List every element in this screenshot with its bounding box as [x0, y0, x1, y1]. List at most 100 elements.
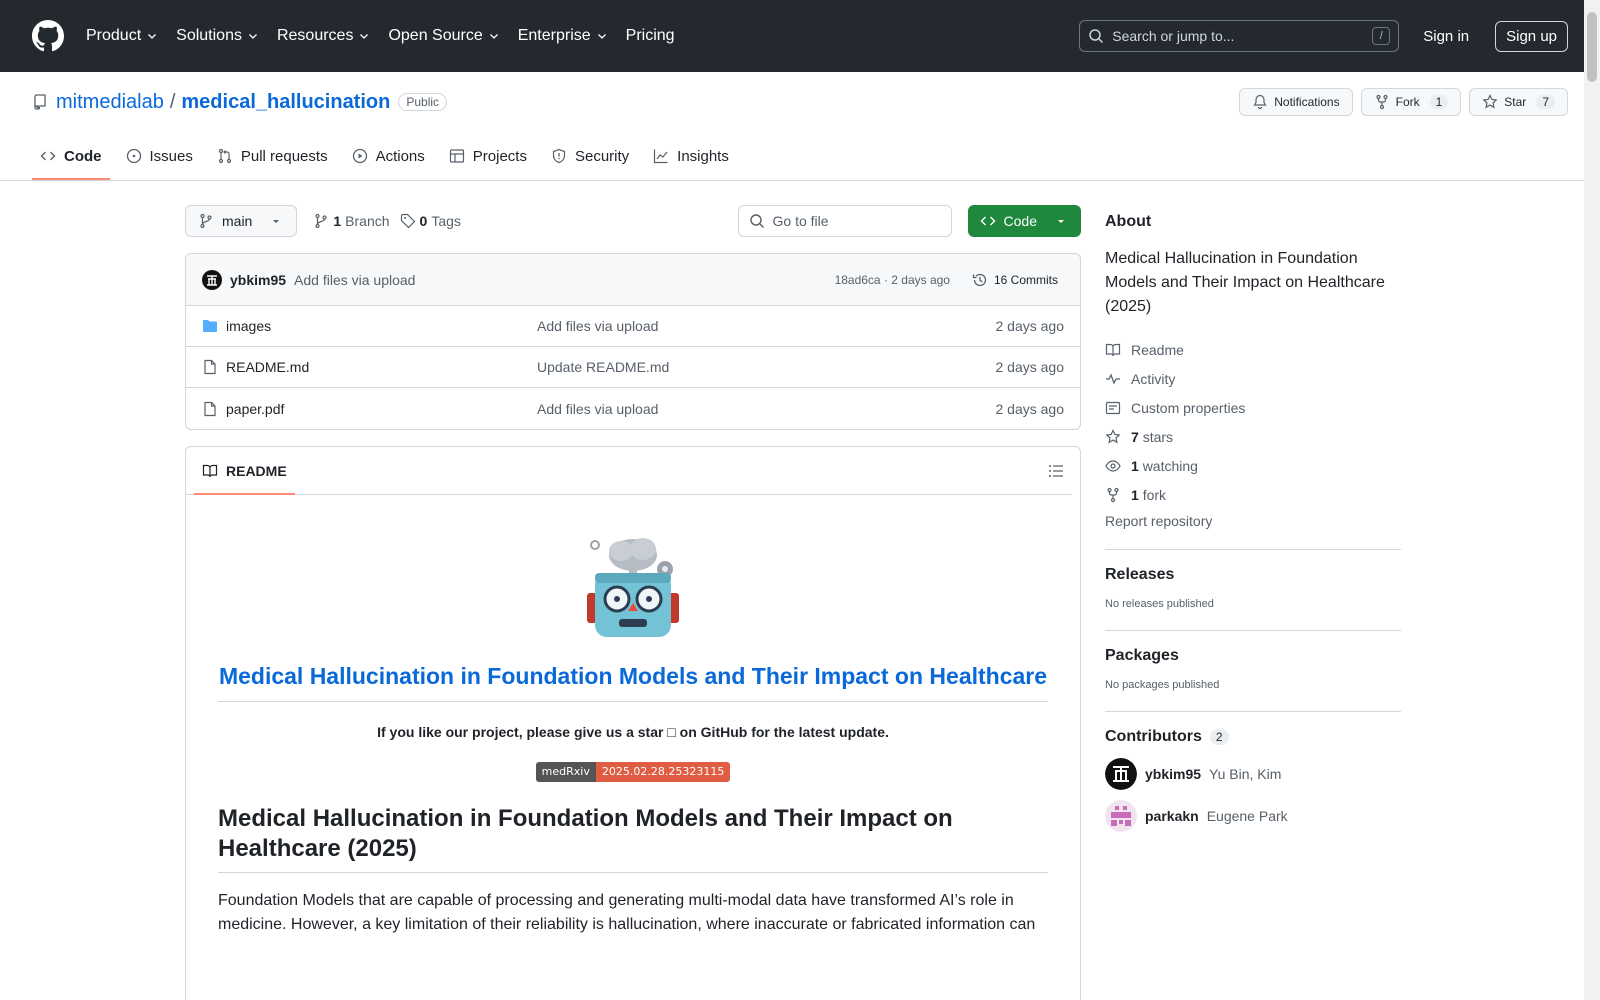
- fork-count: 1: [1429, 95, 1449, 109]
- branches-link[interactable]: 1 Branch: [313, 213, 390, 229]
- commit-author-link[interactable]: ybkim95: [230, 272, 286, 288]
- contributors-count: 2: [1209, 729, 1229, 745]
- tags-link[interactable]: 0 Tags: [400, 213, 461, 229]
- divider: [1105, 630, 1401, 631]
- search-icon: [1089, 29, 1104, 44]
- tab-security[interactable]: Security: [543, 132, 637, 180]
- outline-button[interactable]: [1048, 447, 1064, 494]
- scrollbar-thumb[interactable]: [1587, 12, 1597, 82]
- fork-icon: [1107, 487, 1119, 502]
- packages-note: No packages published: [1105, 679, 1220, 691]
- visibility-badge: Public: [398, 93, 448, 111]
- sign-up-button[interactable]: Sign up: [1495, 20, 1568, 52]
- folder-icon: [203, 320, 217, 332]
- file-row-readme[interactable]: README.md Update README.md 2 days ago: [186, 347, 1080, 388]
- repo-tabs: Code Issues Pull requests Actions Projec…: [32, 132, 1568, 180]
- github-logo-icon[interactable]: [32, 20, 64, 52]
- contributor-item[interactable]: parkakn Eugene Park: [1105, 800, 1401, 832]
- tag-icon: [400, 213, 415, 229]
- repo-owner-link[interactable]: mitmedialab: [56, 91, 164, 114]
- file-table: ybkim95 Add files via upload 18ad6ca · 2…: [185, 253, 1081, 430]
- contributor-item[interactable]: ybkim95 Yu Bin, Kim: [1105, 758, 1401, 790]
- pulse-icon: [1106, 372, 1120, 385]
- repo-header: mitmedialab / medical_hallucination Publ…: [0, 72, 1600, 181]
- file-row-paper[interactable]: paper.pdf Add files via upload 2 days ag…: [186, 388, 1080, 429]
- file-name-cell: paper.pdf: [202, 401, 537, 417]
- activity-link[interactable]: Activity: [1105, 364, 1401, 393]
- chevron-down-icon: [360, 34, 369, 39]
- watchers-link[interactable]: 1 watching: [1105, 451, 1401, 480]
- code-column: main 1 Branch 0 Tags Go to file Code ybk…: [185, 205, 1081, 1000]
- global-header: Product Solutions Resources Open Source …: [0, 0, 1600, 72]
- branch-icon: [315, 213, 327, 229]
- avatar[interactable]: [1105, 758, 1137, 790]
- file-commit-message[interactable]: Add files via upload: [537, 318, 996, 334]
- readme-content: Medical Hallucination in Foundation Mode…: [186, 495, 1080, 969]
- custom-properties-link[interactable]: Custom properties: [1105, 393, 1401, 422]
- file-name-link[interactable]: paper.pdf: [226, 401, 284, 417]
- avatar[interactable]: [202, 269, 222, 290]
- note-icon: [1105, 401, 1121, 414]
- nav-solutions[interactable]: Solutions: [176, 27, 259, 45]
- file-commit-date: 2 days ago: [995, 318, 1065, 334]
- commits-history-link[interactable]: 16 Commits: [966, 268, 1064, 292]
- file-name-link[interactable]: README.md: [226, 359, 309, 375]
- nav-resources[interactable]: Resources: [277, 27, 370, 45]
- stars-link[interactable]: 7 stars: [1105, 422, 1401, 451]
- nav-enterprise[interactable]: Enterprise: [518, 27, 608, 45]
- readme-title-link[interactable]: Medical Hallucination in Foundation Mode…: [218, 661, 1048, 702]
- go-to-file-input[interactable]: Go to file: [737, 205, 952, 237]
- readme-link[interactable]: Readme: [1105, 335, 1401, 364]
- chevron-down-icon: [597, 34, 606, 39]
- caret-down-icon: [273, 220, 280, 223]
- repo-name-link[interactable]: medical_hallucination: [181, 91, 390, 114]
- search-icon: [749, 214, 764, 228]
- star-button[interactable]: Star 7: [1469, 88, 1568, 116]
- readme-tab[interactable]: README: [194, 447, 295, 495]
- releases-heading[interactable]: Releases: [1105, 566, 1401, 584]
- tab-pull-requests[interactable]: Pull requests: [209, 132, 336, 180]
- contributors-list: ybkim95 Yu Bin, Kim parkakn Eugene Park: [1105, 758, 1401, 832]
- file-icon: [204, 359, 216, 375]
- chevron-down-icon: [489, 34, 498, 39]
- avatar[interactable]: [1105, 800, 1137, 832]
- tab-projects[interactable]: Projects: [441, 132, 535, 180]
- fork-button[interactable]: Fork 1: [1360, 88, 1462, 116]
- nav-product[interactable]: Product: [86, 27, 158, 45]
- robot-exploding-head-icon: [587, 538, 679, 637]
- commit-message-link[interactable]: Add files via upload: [294, 272, 415, 288]
- medrxiv-badge[interactable]: medRxiv 2025.02.28.25323115: [535, 762, 731, 782]
- tab-insights[interactable]: Insights: [645, 132, 737, 180]
- readme-star-note: If you like our project, please give us …: [377, 724, 889, 740]
- page-scrollbar[interactable]: [1584, 0, 1600, 1000]
- badge-container: medRxiv 2025.02.28.25323115: [218, 762, 1048, 782]
- main-content: main 1 Branch 0 Tags Go to file Code ybk…: [0, 181, 1600, 1000]
- branch-selector[interactable]: main: [185, 205, 298, 237]
- star-icon: [1105, 428, 1121, 443]
- file-row-images[interactable]: images Add files via upload 2 days ago: [186, 306, 1080, 347]
- report-repository-link[interactable]: Report repository: [1105, 513, 1401, 529]
- notifications-button[interactable]: Notifications: [1239, 88, 1353, 116]
- nav-pricing[interactable]: Pricing: [626, 27, 675, 45]
- readme-paragraph: Foundation Models that are capable of pr…: [218, 892, 1036, 933]
- file-commit-message[interactable]: Update README.md: [537, 359, 996, 375]
- commit-hash-time[interactable]: 18ad6ca · 2 days ago: [835, 273, 950, 287]
- search-placeholder: Search or jump to...: [1112, 28, 1235, 44]
- file-commit-message[interactable]: Add files via upload: [537, 401, 996, 417]
- tab-issues[interactable]: Issues: [118, 132, 201, 180]
- packages-heading[interactable]: Packages: [1105, 647, 1401, 665]
- tab-code[interactable]: Code: [32, 132, 110, 180]
- divider: [1105, 549, 1401, 550]
- sign-in-link[interactable]: Sign in: [1423, 28, 1469, 45]
- eye-icon: [1105, 459, 1121, 472]
- nav-open-source[interactable]: Open Source: [388, 27, 499, 45]
- tab-actions[interactable]: Actions: [344, 132, 433, 180]
- file-commit-date: 2 days ago: [995, 359, 1065, 375]
- about-links: Readme Activity Custom properties 7 star…: [1105, 335, 1401, 530]
- forks-link[interactable]: 1 fork: [1105, 480, 1401, 509]
- contributors-heading[interactable]: Contributors 2: [1105, 728, 1401, 746]
- file-name-link[interactable]: images: [226, 318, 271, 334]
- pull-request-icon: [218, 148, 231, 164]
- code-download-button[interactable]: Code: [967, 205, 1081, 237]
- global-search-input[interactable]: Search or jump to... /: [1079, 20, 1400, 52]
